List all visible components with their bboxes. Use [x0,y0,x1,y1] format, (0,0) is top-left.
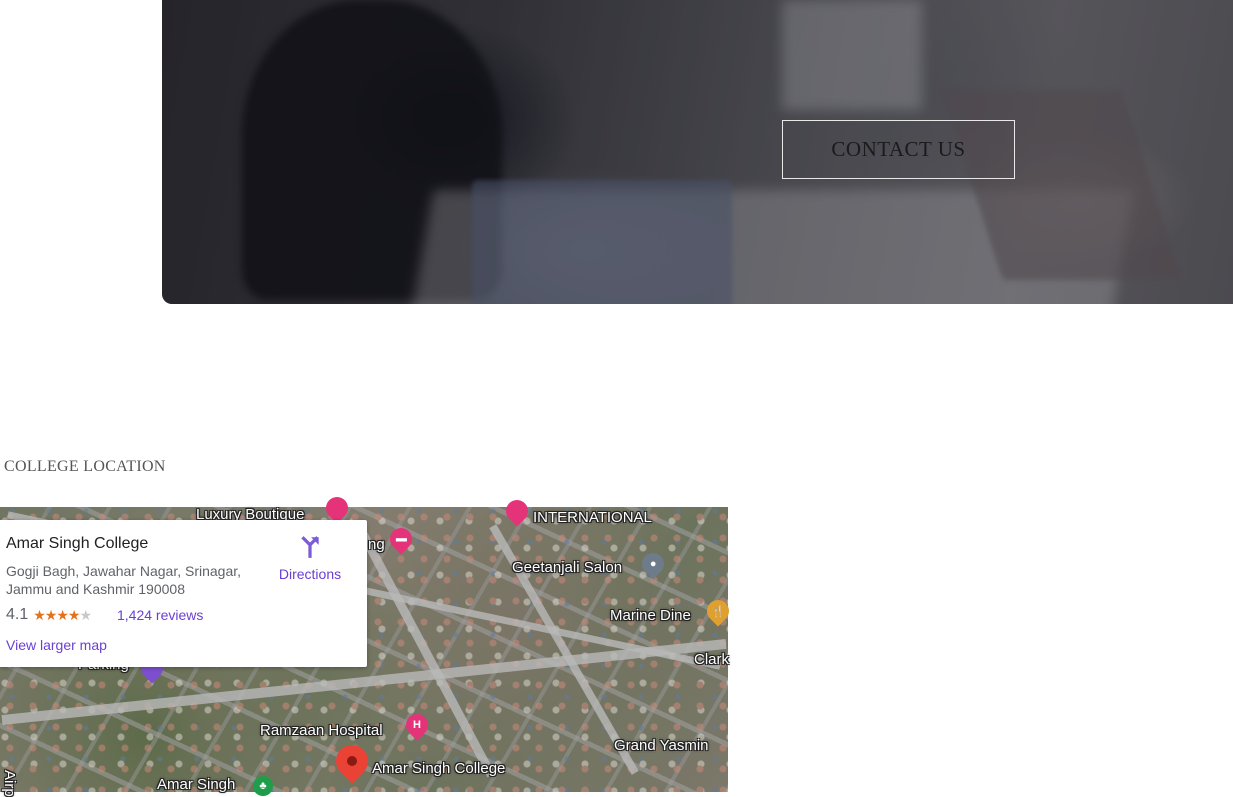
reviews-link[interactable]: 1,424 reviews [117,607,203,623]
directions-button[interactable]: Directions [274,534,346,582]
map-label-grand-yasmin[interactable]: Grand Yasmin [614,737,709,754]
map-label-marine-dine[interactable]: Marine Dine [610,607,691,624]
map-label-international[interactable]: INTERNATIONAL [533,509,652,526]
rating: 4.1 ★★★★★ [6,606,92,624]
map-label-ramzaan-hospital[interactable]: Ramzaan Hospital [260,722,383,739]
map-label-geetanjali-salon[interactable]: Geetanjali Salon [512,559,622,576]
rating-value: 4.1 [6,606,29,623]
contact-us-button[interactable]: CONTACT US [782,120,1015,179]
college-location-heading: COLLEGE LOCATION [4,458,166,475]
park-pin-icon[interactable]: ♣ [253,776,273,796]
star-rating-icon: ★★★★★ [33,606,92,623]
hero-banner: CONTACT US [162,0,1233,304]
map-label-clark[interactable]: Clark [694,651,729,668]
map-label-amar-singh-college[interactable]: Amar Singh College [372,760,505,777]
view-larger-map-link[interactable]: View larger map [6,637,107,653]
map-label-lodging[interactable]: ng [368,536,385,553]
map-label-amar-singh[interactable]: Amar Singh [157,776,235,793]
directions-icon [301,536,319,558]
place-info-card: Amar Singh College Gogji Bagh, Jawahar N… [0,520,367,667]
place-name: Amar Singh College [6,535,149,552]
map-label-airport[interactable]: Airp [1,770,18,797]
place-address: Gogji Bagh, Jawahar Nagar, Srinagar, Jam… [6,563,242,597]
directions-label: Directions [278,566,342,582]
